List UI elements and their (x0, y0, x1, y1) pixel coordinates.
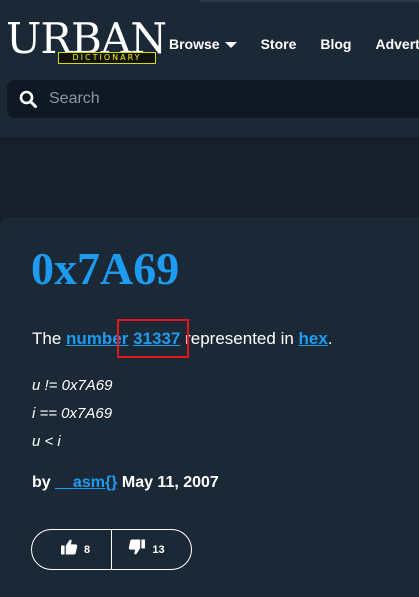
nav-store[interactable]: Store (261, 36, 297, 52)
upvote-count: 8 (84, 543, 91, 556)
magnifier-icon (19, 90, 37, 108)
meaning-suffix: . (327, 329, 333, 348)
nav-browse[interactable]: Browse (169, 36, 237, 52)
link-hex[interactable]: hex (299, 329, 328, 348)
search-bar (7, 80, 419, 118)
example-line: i == 0x7A69 (32, 405, 113, 422)
site-logo[interactable]: URBAN DICTIONARY (6, 16, 167, 68)
author-link[interactable]: __asm{} (55, 474, 117, 491)
byline-prefix: by (32, 474, 56, 491)
main-nav: Browse Store Blog Advertise (169, 35, 419, 53)
downvote-count: 13 (152, 543, 165, 556)
nav-blog[interactable]: Blog (320, 36, 351, 52)
nav-store-label: Store (260, 36, 297, 52)
site-header: URBAN DICTIONARY Browse Store Blog Adver… (0, 0, 419, 137)
example-line: u < i (32, 433, 61, 450)
meaning-middle: represented in (180, 329, 299, 348)
search-input[interactable] (47, 85, 417, 113)
entry-byline: by __asm{} May 11, 2007 (32, 472, 219, 494)
chevron-down-icon (224, 42, 237, 48)
entry-word[interactable]: 0x7A69 (31, 243, 179, 295)
thumbs-up-icon (60, 538, 78, 561)
logo-subtitle: DICTIONARY (58, 52, 156, 64)
upvote-button[interactable]: 8 (32, 530, 111, 569)
nav-browse-label: Browse (169, 36, 220, 52)
downvote-button[interactable]: 13 (112, 530, 191, 569)
nav-blog-label: Blog (320, 36, 352, 52)
highlight-box (117, 319, 189, 358)
nav-advertise-label: Advertise (375, 36, 419, 52)
example-line: u != 0x7A69 (32, 377, 113, 394)
meaning-prefix: The (32, 329, 67, 348)
thumbs-down-icon (128, 538, 146, 561)
header-top-strip (200, 0, 419, 2)
vote-buttons: 8 13 (31, 529, 192, 570)
nav-advertise[interactable]: Advertise (375, 36, 419, 52)
entry-date: May 11, 2007 (121, 474, 219, 491)
entry-example: u != 0x7A69 i == 0x7A69 u < i (32, 372, 112, 456)
